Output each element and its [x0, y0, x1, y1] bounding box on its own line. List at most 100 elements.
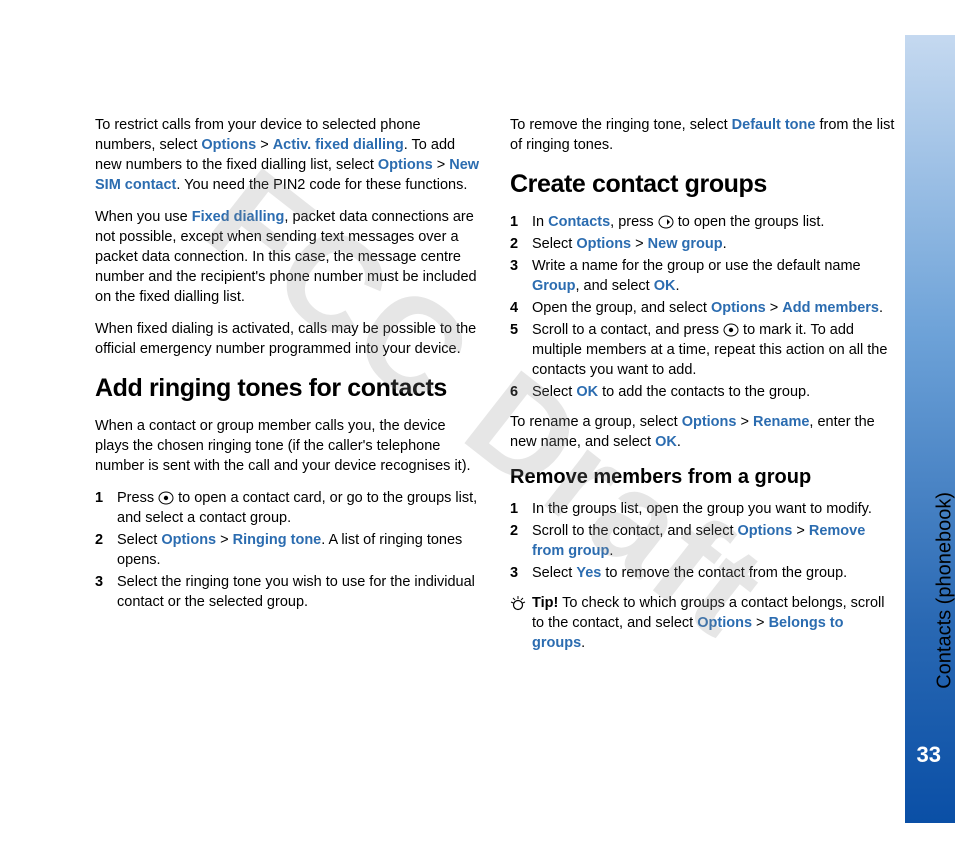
tip-block: Tip! To check to which groups a contact … [510, 593, 895, 653]
text: Scroll to a contact, and press [532, 322, 723, 338]
step-number: 3 [95, 572, 103, 592]
link-default-tone: Default tone [732, 117, 816, 133]
page-number: 33 [917, 742, 941, 768]
text: Select [532, 236, 576, 252]
text: to add the contacts to the group. [598, 384, 810, 400]
link-options: Options [738, 523, 793, 539]
para-remove-tone: To remove the ringing tone, select Defau… [510, 115, 895, 155]
text: Select [532, 565, 576, 581]
heading-create-groups: Create contact groups [510, 167, 895, 202]
link-yes: Yes [576, 565, 601, 581]
list-item: 2 Select Options > New group. [510, 234, 895, 254]
text: In [532, 214, 548, 230]
scroll-key-icon [723, 323, 739, 337]
step-number: 5 [510, 320, 518, 340]
step-number: 2 [95, 530, 103, 550]
side-tab-label: Contacts (phonebook) [934, 492, 955, 689]
separator: > [766, 300, 783, 316]
separator: > [736, 414, 753, 430]
step-number: 2 [510, 521, 518, 541]
text: . [879, 300, 883, 316]
link-options: Options [201, 137, 256, 153]
steps-add-ringing: 1 Press to open a contact card, or go to… [95, 488, 480, 612]
text: Press [117, 490, 158, 506]
list-item: 1 In the groups list, open the group you… [510, 499, 895, 519]
list-item: 2 Select Options > Ringing tone. A list … [95, 530, 480, 570]
para-fixed-dialling: When you use Fixed dialling, packet data… [95, 207, 480, 307]
separator: > [752, 615, 769, 631]
step-number: 1 [510, 212, 518, 232]
text: In the groups list, open the group you w… [532, 501, 872, 517]
left-column: To restrict calls from your device to se… [95, 115, 480, 665]
link-options: Options [697, 615, 752, 631]
link-fixed-dialling: Fixed dialling [192, 209, 285, 225]
text: Scroll to the contact, and select [532, 523, 738, 539]
text: . [677, 434, 681, 450]
text: Select [117, 532, 161, 548]
text: Select [532, 384, 576, 400]
steps-create-group: 1 In Contacts, press to open the groups … [510, 212, 895, 402]
list-item: 1 Press to open a contact card, or go to… [95, 488, 480, 528]
heading-remove-members: Remove members from a group [510, 464, 895, 492]
tip-icon [510, 595, 526, 617]
separator: > [256, 137, 273, 153]
link-ringing-tone: Ringing tone [233, 532, 322, 548]
link-options: Options [682, 414, 737, 430]
text: to remove the contact from the group. [601, 565, 847, 581]
text: When you use [95, 209, 192, 225]
scroll-key-icon [158, 491, 174, 505]
separator: > [433, 157, 450, 173]
steps-remove-members: 1 In the groups list, open the group you… [510, 499, 895, 583]
list-item: 3 Select the ringing tone you wish to us… [95, 572, 480, 612]
link-group: Group [532, 278, 576, 294]
text: To remove the ringing tone, select [510, 117, 732, 133]
link-options: Options [711, 300, 766, 316]
link-options: Options [576, 236, 631, 252]
text: . [609, 543, 613, 559]
link-new-group: New group [648, 236, 723, 252]
text: Write a name for the group or use the de… [532, 258, 861, 274]
side-tab: Contacts (phonebook) [905, 35, 955, 823]
para-restrict-calls: To restrict calls from your device to se… [95, 115, 480, 195]
link-add-members: Add members [782, 300, 879, 316]
link-options: Options [378, 157, 433, 173]
right-column: To remove the ringing tone, select Defau… [510, 115, 895, 665]
step-number: 3 [510, 563, 518, 583]
text: , press [610, 214, 658, 230]
text: . You need the PIN2 code for these funct… [176, 177, 467, 193]
para-ringing-desc: When a contact or group member calls you… [95, 416, 480, 476]
separator: > [631, 236, 648, 252]
list-item: 6 Select OK to add the contacts to the g… [510, 382, 895, 402]
step-number: 1 [95, 488, 103, 508]
heading-add-ringing-tones: Add ringing tones for contacts [95, 371, 480, 406]
list-item: 3 Write a name for the group or use the … [510, 256, 895, 296]
step-number: 3 [510, 256, 518, 276]
list-item: 4 Open the group, and select Options > A… [510, 298, 895, 318]
text: . [723, 236, 727, 252]
two-column-layout: To restrict calls from your device to se… [95, 115, 895, 665]
text: . [675, 278, 679, 294]
text: . [581, 635, 585, 651]
link-activ-fixed-dialling: Activ. fixed dialling [273, 137, 404, 153]
para-rename-group: To rename a group, select Options > Rena… [510, 412, 895, 452]
document-page: FCC Draft To restrict calls from your de… [0, 0, 955, 858]
step-number: 2 [510, 234, 518, 254]
text: to open the groups list. [674, 214, 825, 230]
text: Select the ringing tone you wish to use … [117, 574, 475, 610]
link-ok: OK [576, 384, 598, 400]
link-ok: OK [655, 434, 677, 450]
list-item: 5 Scroll to a contact, and press to mark… [510, 320, 895, 380]
step-number: 4 [510, 298, 518, 318]
step-number: 1 [510, 499, 518, 519]
para-emergency: When fixed dialing is activated, calls m… [95, 319, 480, 359]
separator: > [792, 523, 809, 539]
link-ok: OK [654, 278, 676, 294]
tip-label: Tip! [532, 595, 558, 611]
link-options: Options [161, 532, 216, 548]
text: To rename a group, select [510, 414, 682, 430]
scroll-key-icon [658, 215, 674, 229]
step-number: 6 [510, 382, 518, 402]
text: Open the group, and select [532, 300, 711, 316]
list-item: 3 Select Yes to remove the contact from … [510, 563, 895, 583]
list-item: 1 In Contacts, press to open the groups … [510, 212, 895, 232]
